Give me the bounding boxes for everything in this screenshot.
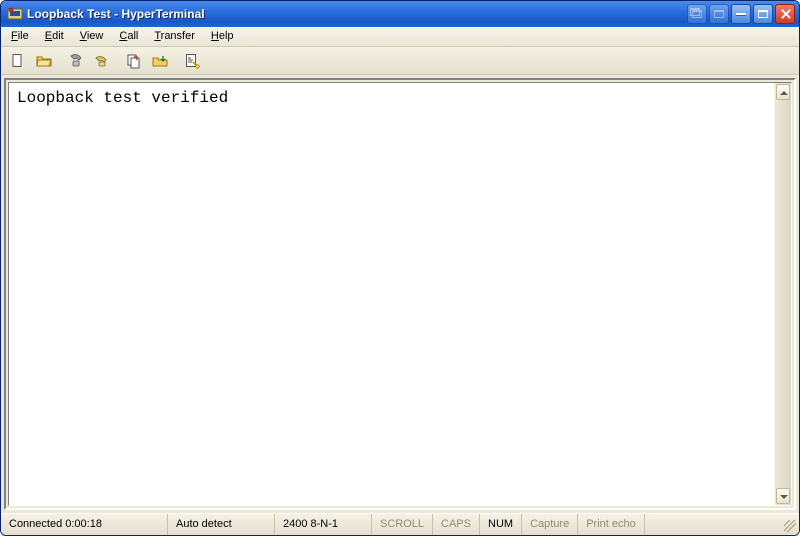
restore-icon [692, 10, 702, 18]
minimize-button[interactable] [731, 4, 751, 24]
status-port-settings: 2400 8-N-1 [275, 514, 372, 535]
telephone-connect-icon [68, 53, 84, 69]
maximize-icon [714, 10, 724, 18]
toolbar-disconnect-button[interactable] [89, 49, 115, 73]
status-connected: Connected 0:00:18 [1, 514, 168, 535]
scroll-down-button[interactable] [776, 488, 790, 504]
new-file-icon [10, 53, 26, 69]
status-scroll: SCROLL [372, 514, 433, 535]
resize-grip[interactable] [645, 514, 799, 535]
toolbar-connect-button[interactable] [63, 49, 89, 73]
toolbar-properties-button[interactable] [179, 49, 205, 73]
client-area: Loopback test verified [1, 75, 799, 513]
maximize-a-button [709, 4, 729, 24]
status-caps: CAPS [433, 514, 480, 535]
menu-bar: File Edit View Call Transfer Help [1, 27, 799, 47]
menu-edit[interactable]: Edit [37, 27, 72, 46]
telephone-disconnect-icon [94, 53, 110, 69]
menu-help[interactable]: Help [203, 27, 242, 46]
terminal-output[interactable]: Loopback test verified [9, 83, 774, 505]
maximize-icon [758, 10, 768, 18]
terminal-frame: Loopback test verified [4, 78, 796, 510]
status-bar: Connected 0:00:18 Auto detect 2400 8-N-1… [1, 513, 799, 535]
title-bar[interactable]: Loopback Test - HyperTerminal [1, 1, 799, 27]
title-button-group [687, 4, 795, 24]
scroll-up-button[interactable] [776, 84, 790, 100]
status-print-echo: Print echo [578, 514, 645, 535]
terminal-inner-frame: Loopback test verified [8, 82, 792, 506]
receive-icon [152, 53, 168, 69]
maximize-button[interactable] [753, 4, 773, 24]
restore-a-button [687, 4, 707, 24]
toolbar-new-button[interactable] [5, 49, 31, 73]
toolbar-receive-button[interactable] [147, 49, 173, 73]
close-button[interactable] [775, 4, 795, 24]
status-num: NUM [480, 514, 522, 535]
menu-file[interactable]: File [3, 27, 37, 46]
toolbar-open-button[interactable] [31, 49, 57, 73]
app-window: Loopback Test - HyperTerminal File Edit … [0, 0, 800, 536]
menu-view[interactable]: View [72, 27, 112, 46]
status-capture: Capture [522, 514, 578, 535]
tool-bar [1, 47, 799, 75]
minimize-icon [736, 13, 746, 15]
send-icon [126, 53, 142, 69]
menu-transfer[interactable]: Transfer [146, 27, 203, 46]
properties-icon [184, 53, 200, 69]
vertical-scrollbar[interactable] [774, 83, 791, 505]
window-title: Loopback Test - HyperTerminal [27, 7, 687, 21]
hyperterminal-icon [7, 6, 23, 22]
status-detect: Auto detect [168, 514, 275, 535]
scroll-track[interactable] [775, 101, 791, 487]
toolbar-send-button[interactable] [121, 49, 147, 73]
open-folder-icon [36, 53, 52, 69]
menu-call[interactable]: Call [111, 27, 146, 46]
